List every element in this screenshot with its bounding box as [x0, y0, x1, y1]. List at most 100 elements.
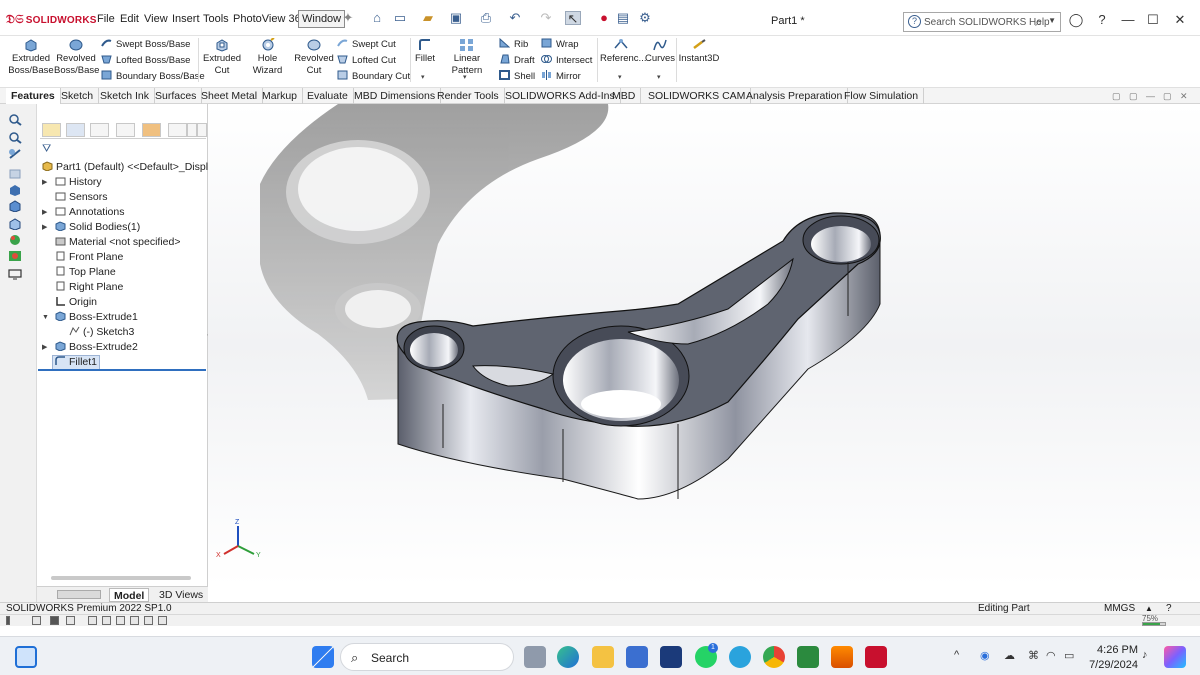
display-style-icon[interactable] — [8, 200, 22, 212]
curves-button[interactable]: Curves — [644, 38, 676, 65]
tab-3d-views[interactable]: 3D Views — [155, 588, 207, 602]
tab-sketch-ink[interactable]: Sketch Ink — [95, 88, 156, 104]
task-view-icon[interactable] — [524, 646, 546, 668]
excel-icon[interactable] — [797, 646, 819, 668]
tree-item-origin[interactable]: Origin — [55, 296, 97, 309]
view-settings-icon[interactable] — [8, 268, 22, 280]
rewind-icon[interactable] — [32, 616, 41, 625]
pin-icon[interactable]: ✦ — [340, 11, 356, 25]
tab-navigation-arrows-icon[interactable] — [57, 590, 101, 599]
wifi-icon[interactable]: ◠ — [1046, 649, 1056, 662]
chevron-left-icon[interactable] — [187, 123, 197, 137]
viewport-close-icon[interactable]: ✕ — [1180, 91, 1188, 102]
minimize-button[interactable]: — — [1118, 12, 1138, 27]
tab-flow-simulation[interactable]: Flow Simulation — [839, 88, 925, 104]
chevron-down-icon[interactable]: ▾ — [618, 73, 622, 81]
tray-app-icon[interactable]: ◉ — [980, 649, 990, 662]
property-manager-tab-icon[interactable] — [66, 123, 85, 137]
tree-item-fillet1[interactable]: Fillet1 — [52, 355, 101, 370]
file-explorer-icon[interactable] — [592, 646, 614, 668]
tab-mbd-dimensions[interactable]: MBD Dimensions — [349, 88, 442, 104]
menu-insert[interactable]: Insert — [172, 13, 200, 25]
expand-arrow-icon[interactable]: ▶ — [42, 176, 47, 189]
wrap-button[interactable]: Wrap — [541, 38, 579, 51]
cloud-icon[interactable]: ☁ — [1004, 649, 1015, 662]
hole-wizard-button[interactable]: Hole Wizard — [243, 38, 292, 77]
hide-show-items-icon[interactable] — [8, 218, 22, 230]
help-search-box[interactable]: ? Search SOLIDWORKS Help ⌕ ▼ — [903, 12, 1061, 32]
chevron-down-icon[interactable]: ▼ — [1048, 16, 1056, 25]
tree-item-boss-extrude2[interactable]: ▶ Boss-Extrude2 — [42, 341, 138, 354]
tree-item-sketch3[interactable]: (-) Sketch3 — [69, 326, 134, 339]
dimxpert-tab-icon[interactable] — [116, 123, 135, 137]
chevron-right-icon[interactable] — [197, 123, 207, 137]
viewport-minimize-icon[interactable]: — — [1146, 91, 1155, 101]
refresh-icon[interactable] — [130, 616, 139, 625]
print-icon[interactable]: ⎙ — [478, 11, 494, 25]
extruded-cut-button[interactable]: Extruded Cut — [202, 38, 242, 77]
tree-item-sensors[interactable]: Sensors — [55, 191, 108, 204]
zoom-fit-timeline-icon[interactable] — [102, 616, 111, 625]
user-account-icon[interactable]: ◯ — [1066, 12, 1086, 28]
copilot-icon[interactable] — [1164, 646, 1186, 668]
view-orientation-icon[interactable] — [8, 184, 22, 196]
tree-item-top-plane[interactable]: Top Plane — [55, 266, 116, 279]
zoom-area-icon[interactable] — [8, 132, 22, 144]
maximize-button[interactable]: ☐ — [1143, 12, 1163, 28]
revolved-cut-button[interactable]: Revolved Cut — [294, 38, 334, 77]
shell-button[interactable]: Shell — [499, 70, 535, 83]
telegram-icon[interactable] — [729, 646, 751, 668]
menu-tools[interactable]: Tools — [203, 13, 229, 25]
notification-bell-icon[interactable]: ♪ — [1142, 649, 1148, 661]
undo-icon[interactable]: ↶ — [507, 11, 523, 25]
save-icon[interactable]: ▣ — [448, 11, 464, 25]
mirror-button[interactable]: Mirror — [541, 70, 581, 83]
solidworks-logo[interactable]: 𝔇𝔖 SOLIDWORKS — [6, 12, 97, 27]
battery-icon[interactable]: ▭ — [1064, 649, 1074, 662]
part-model-render[interactable]: Z Y X — [208, 104, 1200, 586]
previous-view-icon[interactable] — [8, 148, 22, 160]
feature-manager-tab-icon[interactable] — [42, 123, 61, 137]
extruded-boss-button[interactable]: Extruded Boss/Base — [8, 38, 54, 77]
filter-icon[interactable]: ⛛ — [42, 143, 51, 156]
menu-file[interactable]: File — [97, 13, 115, 25]
fullscreen-icon[interactable] — [88, 616, 97, 625]
expand-arrow-icon[interactable]: ▶ — [42, 206, 47, 219]
lofted-cut-button[interactable]: Lofted Cut — [337, 54, 396, 67]
help-icon[interactable]: ? — [1092, 12, 1112, 27]
boundary-cut-button[interactable]: Boundary Cut — [337, 70, 410, 83]
pause-icon[interactable] — [6, 616, 10, 625]
edge-browser-icon[interactable] — [557, 646, 579, 668]
chevron-down-icon[interactable]: ▾ — [463, 73, 467, 81]
tree-item-material[interactable]: Material <not specified> — [55, 236, 180, 249]
play-range-icon[interactable] — [158, 616, 167, 625]
configuration-manager-tab-icon[interactable] — [90, 123, 109, 137]
close-button[interactable]: ✕ — [1170, 12, 1190, 28]
display-manager-tab-icon[interactable] — [142, 123, 161, 137]
solidworks-taskbar-icon[interactable] — [865, 646, 887, 668]
instant3d-button[interactable]: Instant3D — [678, 38, 720, 65]
notes-app-icon[interactable] — [660, 646, 682, 668]
collapse-arrow-icon[interactable]: ▼ — [42, 311, 49, 324]
menu-view[interactable]: View — [144, 13, 168, 25]
select-arrow-icon[interactable]: ↖ — [565, 11, 581, 26]
bracket-part[interactable] — [396, 212, 881, 500]
rebuild-icon[interactable]: ● — [596, 11, 612, 25]
tree-item-history[interactable]: ▶ History — [42, 176, 102, 189]
tab-model[interactable]: Model — [109, 588, 150, 602]
redo-icon[interactable]: ↷ — [538, 11, 554, 25]
tree-root-part[interactable]: Part1 (Default) <<Default>_Display S — [42, 161, 229, 174]
chevron-up-icon[interactable]: ^ — [954, 649, 959, 661]
tab-sketch[interactable]: Sketch — [56, 88, 100, 104]
vlc-player-icon[interactable] — [831, 646, 853, 668]
apply-scene-icon[interactable] — [8, 250, 22, 262]
draft-button[interactable]: Draft — [499, 54, 535, 67]
microsoft-store-icon[interactable] — [626, 646, 648, 668]
options-gear-icon[interactable]: ⚙ — [637, 11, 653, 25]
language-icon[interactable]: ⌘ — [1028, 649, 1039, 662]
chrome-browser-icon[interactable] — [763, 646, 785, 668]
help-search-input[interactable]: Search SOLIDWORKS Help — [924, 17, 1050, 28]
system-clock[interactable]: 4:26 PM 7/29/2024 — [1082, 643, 1138, 673]
graphics-area[interactable]: Z Y X — [208, 104, 1200, 586]
zoom-to-fit-icon[interactable] — [8, 114, 22, 126]
